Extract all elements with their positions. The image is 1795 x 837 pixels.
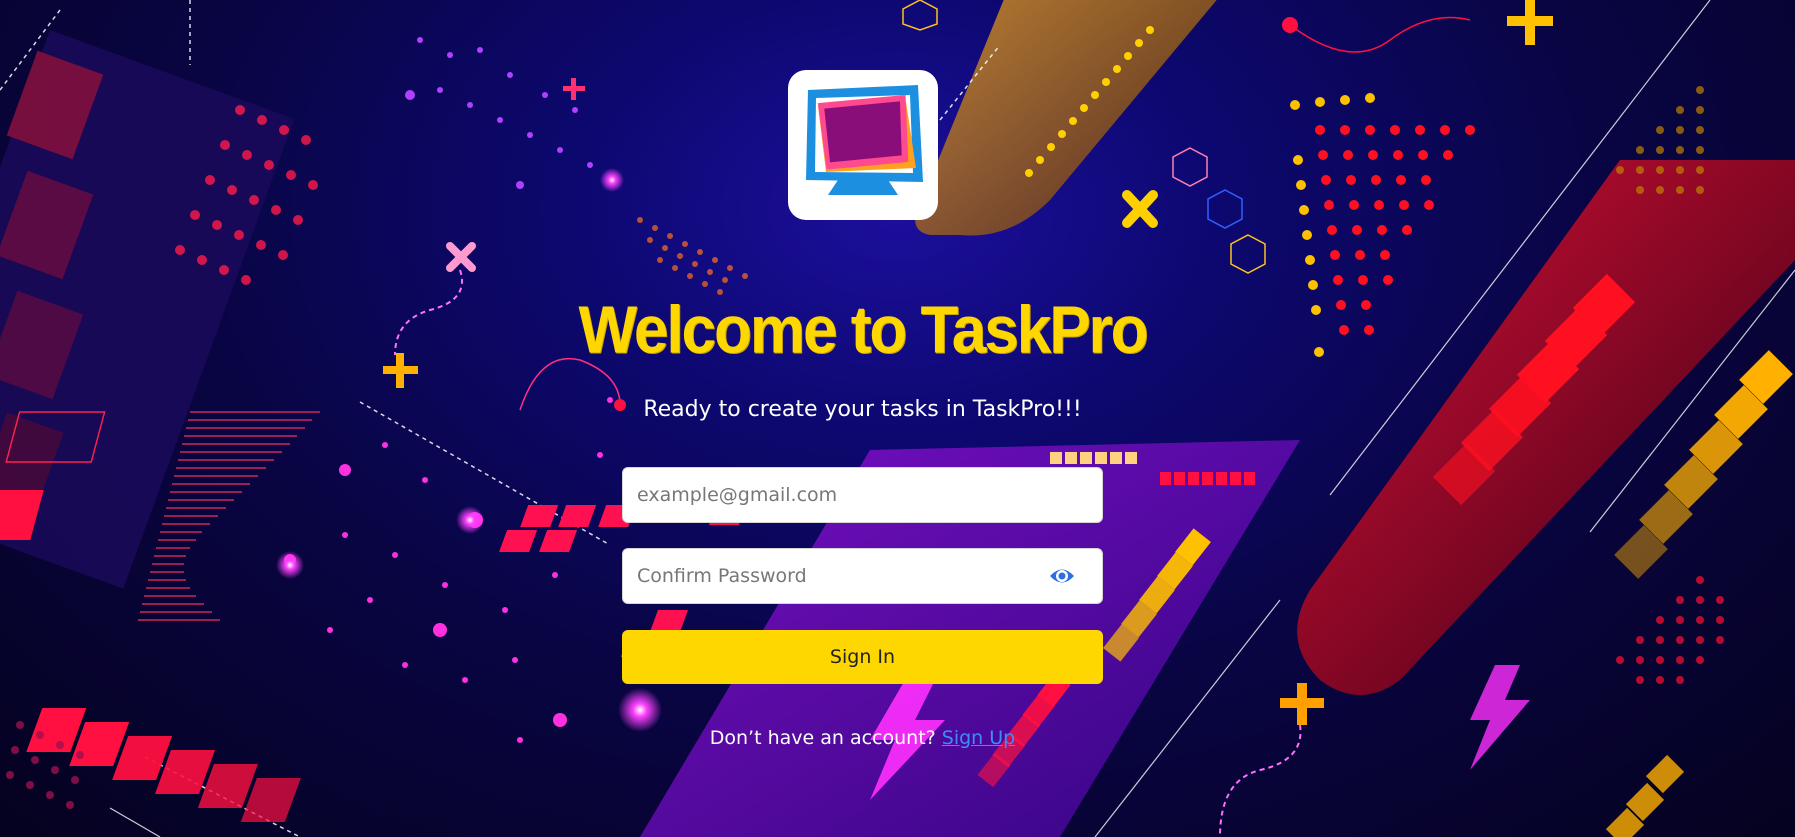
taskpro-logo: [788, 70, 938, 220]
confirm-password-input[interactable]: [622, 548, 1103, 604]
page-subtitle: Ready to create your tasks in TaskPro!!!: [643, 397, 1082, 422]
sign-in-button[interactable]: Sign In: [622, 630, 1103, 684]
page-title: Welcome to TaskPro: [578, 293, 1148, 368]
eye-icon[interactable]: [1048, 563, 1076, 589]
login-page: Welcome to TaskPro Ready to create your …: [0, 0, 1795, 837]
signup-prompt: Don’t have an account? Sign Up: [0, 727, 1725, 749]
monitor-logo-icon: [806, 85, 923, 195]
login-form-container: Welcome to TaskPro Ready to create your …: [0, 0, 1795, 837]
signup-prompt-text: Don’t have an account?: [709, 727, 942, 749]
email-input[interactable]: [622, 467, 1103, 523]
sign-up-link[interactable]: Sign Up: [942, 727, 1015, 749]
